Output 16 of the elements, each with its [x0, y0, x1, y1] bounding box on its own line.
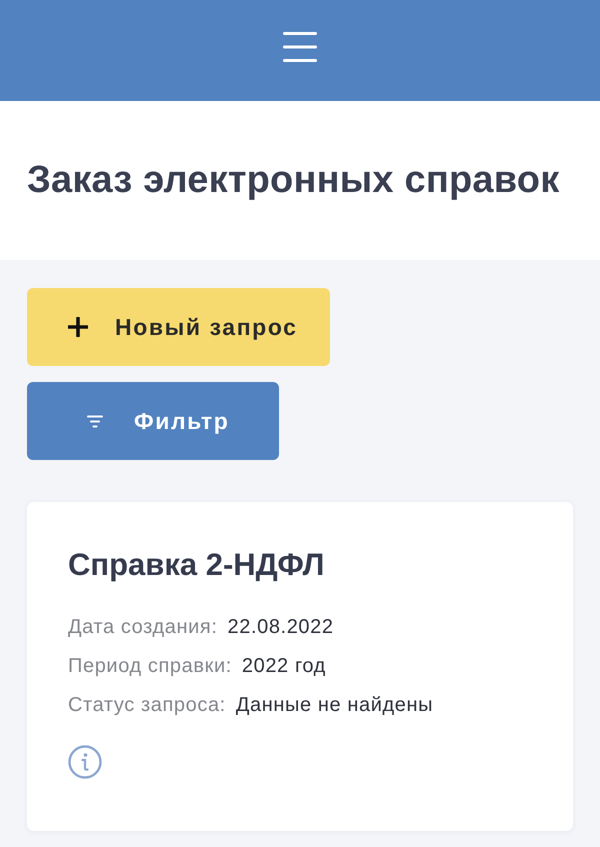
info-button[interactable] [68, 745, 102, 780]
page-title: Заказ электронных справок [27, 158, 560, 203]
menu-button[interactable] [283, 32, 317, 62]
info-icon [68, 745, 102, 780]
field-label: Период справки: [68, 654, 232, 680]
plus-icon [68, 317, 88, 337]
menu-icon [283, 32, 317, 62]
filter-button[interactable]: Фильтр [27, 382, 279, 460]
filter-icon [87, 414, 103, 428]
new-request-button[interactable]: Новый запрос [27, 288, 330, 366]
field-value: Данные не найдены [236, 693, 434, 718]
field-value: 22.08.2022 [228, 615, 334, 640]
field-value: 2022 год [242, 654, 326, 680]
field-label: Дата создания: [68, 615, 218, 640]
field-label: Статус запроса: [68, 693, 226, 718]
request-title: Справка 2-НДФЛ [68, 546, 326, 584]
